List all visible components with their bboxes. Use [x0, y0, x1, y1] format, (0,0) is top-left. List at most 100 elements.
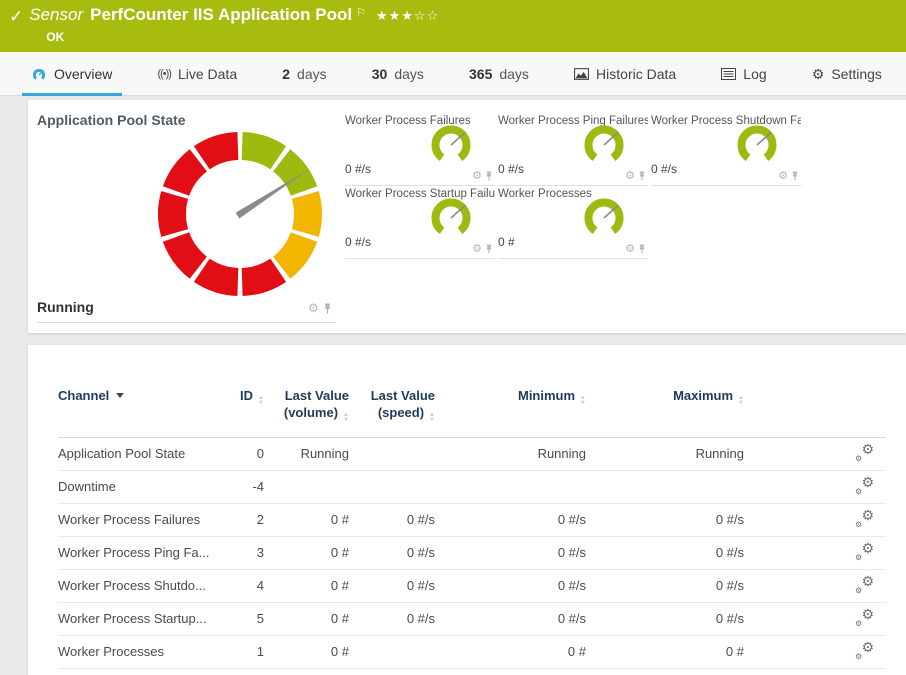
mini-gauge-value: 0 #/s	[498, 162, 524, 176]
edit-channel-icon[interactable]	[855, 609, 874, 626]
channel-id: -4	[228, 470, 264, 503]
column-header-channel[interactable]: Channel	[58, 375, 228, 437]
gear-icon[interactable]	[778, 170, 788, 182]
channel-last-volume: 0 #	[264, 503, 349, 536]
channel-name[interactable]: Worker Process Startup...	[58, 602, 228, 635]
tab-2-days[interactable]: 2 days	[272, 52, 336, 96]
tab-365-days[interactable]: 365 days	[459, 52, 539, 96]
channel-id: 5	[228, 602, 264, 635]
gauge-icon	[32, 67, 47, 81]
table-row: Worker Process Failures 2 0 # 0 #/s 0 #/…	[58, 503, 886, 536]
table-row: Worker Process Shutdo... 4 0 # 0 #/s 0 #…	[58, 569, 886, 602]
sensor-header: ✓ Sensor PerfCounter IIS Application Poo…	[0, 0, 906, 52]
channel-id: 0	[228, 437, 264, 470]
mini-gauge-tile-worker-process-ping-failures: Worker Process Ping Failures 0 #/s	[498, 113, 648, 186]
tab-historic-data[interactable]: Historic Data	[564, 52, 686, 96]
edit-channel-icon[interactable]	[855, 576, 874, 593]
edit-channel-icon[interactable]	[855, 477, 874, 494]
channel-name[interactable]: Worker Process Shutdo...	[58, 569, 228, 602]
gear-icon[interactable]	[472, 170, 482, 182]
channel-last-speed	[349, 470, 435, 503]
gauge-segment-yellow	[292, 191, 322, 237]
tab-label: Historic Data	[596, 66, 676, 82]
mini-gauge-dial	[734, 121, 780, 167]
table-row: Worker Process Ping Fa... 3 0 # 0 #/s 0 …	[58, 536, 886, 569]
column-header-maximum[interactable]: Maximum	[586, 375, 744, 437]
gear-icon[interactable]	[625, 243, 635, 255]
tab-number: 365	[469, 66, 492, 82]
tab-log[interactable]: Log	[711, 52, 776, 96]
flag-icon[interactable]: ⚐	[356, 2, 366, 24]
gear-icon[interactable]	[625, 170, 635, 182]
channel-maximum: 0 #/s	[586, 503, 744, 536]
channel-name[interactable]: Application Pool State	[58, 437, 228, 470]
sort-icon	[343, 413, 349, 423]
mini-gauge-tile-worker-process-startup-failures: Worker Process Startup Failu... 0 #/s	[345, 186, 495, 259]
sort-icon	[738, 396, 744, 406]
channel-id: 3	[228, 536, 264, 569]
sort-icon	[580, 396, 586, 406]
tab-30-days[interactable]: 30 days	[362, 52, 434, 96]
column-header-edit	[744, 375, 886, 437]
gear-icon[interactable]	[308, 302, 319, 314]
edit-channel-icon[interactable]	[855, 444, 874, 461]
column-header-id[interactable]: ID	[228, 375, 264, 437]
edit-channel-icon[interactable]	[855, 642, 874, 659]
star-empty-icon[interactable]: ☆	[427, 8, 440, 23]
channel-last-speed	[349, 437, 435, 470]
pin-icon[interactable]	[638, 244, 646, 254]
tab-label: days	[394, 66, 424, 82]
column-header-last-value-speed[interactable]: Last Value (speed)	[349, 375, 435, 437]
pin-icon[interactable]	[485, 244, 493, 254]
channel-minimum: 0 #/s	[435, 602, 586, 635]
pin-icon[interactable]	[791, 171, 799, 181]
star-filled-icon[interactable]: ★	[389, 8, 402, 23]
channel-name[interactable]: Downtime	[58, 470, 228, 503]
channel-name[interactable]: Worker Process Failures	[58, 503, 228, 536]
pin-icon[interactable]	[485, 171, 493, 181]
channels-panel: Channel ID Last Value (volume) Last Valu…	[28, 345, 906, 675]
channel-minimum	[435, 470, 586, 503]
star-filled-icon[interactable]: ★	[376, 8, 389, 23]
channel-maximum: 0 #	[586, 635, 744, 668]
pin-icon[interactable]	[638, 171, 646, 181]
gauge-segment-yellow	[273, 232, 317, 279]
channel-last-volume: 0 #	[264, 569, 349, 602]
channel-maximum: Running	[586, 437, 744, 470]
star-empty-icon[interactable]: ☆	[414, 8, 427, 23]
tab-settings[interactable]: Settings	[802, 52, 892, 96]
channel-id: 1	[228, 635, 264, 668]
edit-channel-icon[interactable]	[855, 510, 874, 527]
divider	[37, 322, 336, 323]
channel-last-speed: 0 #/s	[349, 569, 435, 602]
gear-icon[interactable]	[472, 243, 482, 255]
channel-last-speed: 0 #/s	[349, 602, 435, 635]
star-rating[interactable]: ★★★☆☆	[376, 5, 439, 27]
column-header-minimum[interactable]: Minimum	[435, 375, 586, 437]
mini-gauge-dial	[581, 121, 627, 167]
tab-live-data[interactable]: Live Data	[147, 52, 247, 96]
channel-maximum: 0 #/s	[586, 602, 744, 635]
tab-bar: Overview Live Data 2 days 30 days 365 da…	[0, 52, 906, 96]
sort-icon	[258, 396, 264, 406]
channel-last-volume: 0 #	[264, 536, 349, 569]
page: ✓ Sensor PerfCounter IIS Application Poo…	[0, 0, 906, 675]
column-header-last-value-volume[interactable]: Last Value (volume)	[264, 375, 349, 437]
pin-icon[interactable]	[323, 303, 332, 314]
star-filled-icon[interactable]: ★	[401, 8, 414, 23]
tab-label: Live Data	[178, 66, 237, 82]
channel-id: 2	[228, 503, 264, 536]
tab-label: Settings	[831, 66, 882, 82]
channel-name[interactable]: Worker Processes	[58, 635, 228, 668]
channel-maximum	[586, 470, 744, 503]
channel-minimum: 0 #/s	[435, 503, 586, 536]
gear-icon	[812, 66, 825, 83]
channel-last-volume	[264, 470, 349, 503]
sort-icon	[429, 413, 435, 423]
tab-overview[interactable]: Overview	[22, 52, 122, 96]
gauge-segment-red	[163, 149, 207, 196]
sensor-title: PerfCounter IIS Application Pool	[90, 4, 352, 26]
edit-channel-icon[interactable]	[855, 543, 874, 560]
mini-gauge-dial	[428, 121, 474, 167]
channel-name[interactable]: Worker Process Ping Fa...	[58, 536, 228, 569]
